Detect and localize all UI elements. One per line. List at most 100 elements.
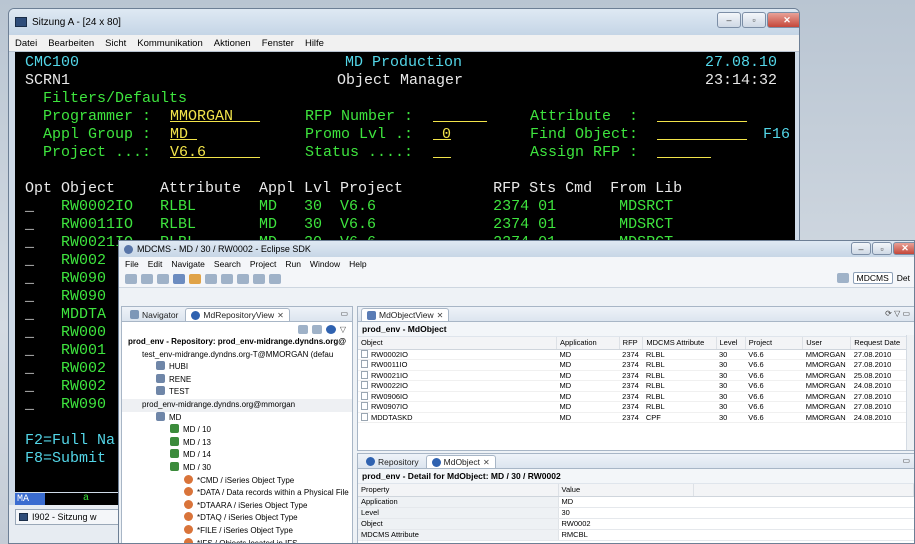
table-row[interactable]: RW0907IO MD 2374 RLBL 30 V6.6 MMORGAN 27.08.201… [358,401,914,413]
next-annotation-icon[interactable] [221,273,233,284]
find-object-field[interactable] [657,126,747,144]
tree-node[interactable]: MD [122,411,352,425]
taskbar-session-item[interactable]: I902 - Sitzung w [15,509,133,525]
connect-icon[interactable] [311,324,322,334]
rfp-number-field[interactable] [433,108,487,126]
column-header[interactable]: RFP [619,337,644,350]
column-header[interactable]: Object [358,337,557,350]
close-icon[interactable]: ✕ [767,12,799,28]
minimize-icon[interactable]: – [851,242,871,255]
menu-window[interactable]: Window [310,259,340,269]
tree-node[interactable]: MD / 30 [122,461,352,475]
project-field[interactable]: V6.6 [170,144,260,162]
table-row[interactable]: RW0011IO MD 2374 RLBL 30 V6.6 MMORGAN 27.08.201… [358,359,914,371]
row-option-field[interactable]: _ [25,396,34,414]
tree-node[interactable]: *FILE / iSeries Object Type [122,524,352,538]
minimize-view-icon[interactable]: ▭ [340,309,348,318]
tree-node[interactable]: *DATA / Data records within a Physical F… [122,487,352,500]
maximize-icon[interactable]: ▫ [872,242,892,255]
column-header[interactable]: Application [556,337,620,350]
row-option-field[interactable]: _ [25,324,34,342]
terminal-titlebar[interactable]: Sitzung A - [24 x 80] [9,9,799,35]
tree-node[interactable]: *IFS / Objects located in IFS [122,537,352,543]
menu-file[interactable]: File [125,259,139,269]
column-header[interactable]: Level [716,337,746,350]
tab-mdrepositoryview[interactable]: MdRepositoryView ✕ [185,308,290,321]
row-option-field[interactable]: _ [25,252,34,270]
open-perspective-icon[interactable] [836,273,849,283]
close-tab-icon[interactable]: ✕ [483,458,490,467]
menu-bearbeiten[interactable]: Bearbeiten [48,38,94,49]
programmer-field[interactable]: MMORGAN [170,108,260,126]
column-header[interactable]: MDCMS Attribute [642,337,717,350]
column-header[interactable]: User [802,337,852,350]
tree-node[interactable]: *CMD / iSeries Object Type [122,474,352,488]
tree-node[interactable]: MD / 10 [122,424,352,437]
menu-edit[interactable]: Edit [148,259,163,269]
property-column-header[interactable]: Property [358,484,559,497]
minimize-view-icon[interactable]: ▭ [902,456,910,465]
object-table[interactable]: Object Application RFP MDCMS Attribute Level… [358,337,914,423]
assign-rfp-field[interactable] [657,144,711,162]
row-option-field[interactable]: _ [25,198,34,216]
minimize-icon[interactable]: – [717,12,741,28]
menu-navigate[interactable]: Navigate [171,259,205,269]
forward-icon[interactable] [269,273,281,284]
row-option-field[interactable]: _ [25,288,34,306]
tree-node[interactable]: prod_env-midrange.dyndns.org@mmorgan [122,398,352,412]
attribute-field[interactable] [657,108,747,126]
close-tab-icon[interactable]: ✕ [277,311,284,320]
property-row[interactable]: Application MD [358,496,914,508]
table-row[interactable]: RW0002IO MD 2374 RLBL 30 V6.6 MMORGAN 27.08.201… [358,349,914,360]
tab-navigator[interactable]: Navigator [125,308,183,321]
table-row[interactable]: MDDTASKD MD 2374 CPF 30 V6.6 MMORGAN 24.08.2010 [358,412,914,423]
menu-help[interactable]: Help [349,259,366,269]
menu-kommunikation[interactable]: Kommunikation [137,38,202,49]
column-header[interactable]: Project [745,337,804,350]
refresh-icon[interactable] [297,324,308,334]
menu-run[interactable]: Run [285,259,301,269]
view-menu-icon[interactable]: ▽ [340,325,346,334]
property-row[interactable]: Object RW0002 [358,518,914,530]
tree-node[interactable]: TEST [122,386,352,399]
row-option-field[interactable]: _ [25,378,34,396]
edit-icon[interactable] [205,273,217,284]
search-icon[interactable] [173,273,185,284]
eclipse-window[interactable]: MDCMS - MD / 30 / RW0002 - Eclipse SDK –… [118,240,915,544]
close-icon[interactable]: ✕ [893,242,914,255]
new-icon[interactable] [125,273,137,284]
tab-mdobjectview[interactable]: MdObjectView ✕ [361,308,450,321]
menu-aktionen[interactable]: Aktionen [214,38,251,49]
row-option-field[interactable]: _ [25,234,34,252]
prev-annotation-icon[interactable] [237,273,249,284]
menu-fenster[interactable]: Fenster [262,38,294,49]
property-table[interactable]: Property Value Application MD Level 30 Objec… [358,484,914,541]
tree-node[interactable]: HUBI [122,361,352,374]
objectview-scrollbar[interactable] [906,335,914,450]
promo-level-field[interactable]: 0 [433,126,451,144]
view-toolbar-icons[interactable]: ⟳ ▽ ▭ [885,309,910,318]
save-icon[interactable] [141,273,153,284]
row-option-field[interactable]: _ [25,342,34,360]
repository-tree[interactable]: prod_env - Repository: prod_env-midrange… [122,336,352,543]
menu-search[interactable]: Search [214,259,241,269]
menu-project[interactable]: Project [250,259,276,269]
eclipse-titlebar[interactable]: MDCMS - MD / 30 / RW0002 - Eclipse SDK [119,241,914,257]
menu-hilfe[interactable]: Hilfe [305,38,324,49]
close-tab-icon[interactable]: ✕ [437,311,444,320]
tab-repository[interactable]: Repository [361,455,424,468]
tree-node[interactable]: prod_env - Repository: prod_env-midrange… [122,336,352,349]
back-icon[interactable] [253,273,265,284]
property-row[interactable]: MDCMS Attribute RMCBL [358,529,914,541]
open-folder-icon[interactable] [189,273,201,284]
print-icon[interactable] [157,273,169,284]
menu-sicht[interactable]: Sicht [105,38,126,49]
property-row[interactable]: Level 30 [358,507,914,519]
table-row[interactable]: RW0021IO MD 2374 RLBL 30 V6.6 MMORGAN 25.08.201… [358,370,914,381]
maximize-icon[interactable]: ▫ [742,12,766,28]
table-row[interactable]: RW0022IO MD 2374 RLBL 30 V6.6 MMORGAN 24.08.201… [358,380,914,392]
tree-node[interactable]: *DTAARA / iSeries Object Type [122,499,352,513]
tree-node[interactable]: MD / 14 [122,449,352,462]
row-option-field[interactable]: _ [25,360,34,378]
row-option-field[interactable]: _ [25,306,34,324]
